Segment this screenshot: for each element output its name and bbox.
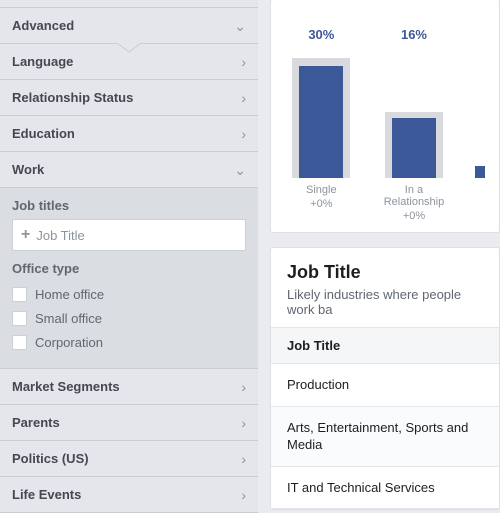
chevron-right-icon: › [241, 91, 246, 105]
chart-delta-label: +0% [375, 210, 453, 222]
chevron-down-icon: ⌄ [234, 163, 246, 177]
job-title-card: Job Title Likely industries where people… [270, 247, 500, 510]
chart-x-axis: Single +0% In a Relationship +0% [271, 184, 499, 222]
office-type-small[interactable]: Small office [12, 306, 246, 330]
checkbox-icon[interactable] [12, 335, 27, 350]
filter-politics[interactable]: Politics (US) › [0, 441, 258, 477]
checkbox-icon[interactable] [12, 311, 27, 326]
chart-value-label: 30% [308, 27, 334, 42]
filter-work[interactable]: Work ⌄ [0, 152, 258, 188]
plus-icon: + [21, 226, 30, 244]
filter-relationship-label: Relationship Status [12, 90, 133, 105]
job-titles-subhead: Job titles [12, 198, 246, 213]
filter-education[interactable]: Education › [0, 116, 258, 152]
chevron-right-icon: › [241, 127, 246, 141]
relationship-chart: 30% 16% [270, 0, 500, 233]
chart-category-label: Single [282, 184, 360, 196]
checkbox-icon[interactable] [12, 287, 27, 302]
chart-bar-relationship: 16% [375, 18, 453, 178]
job-title-input[interactable] [36, 228, 237, 243]
filter-education-label: Education [12, 126, 75, 141]
filter-parents[interactable]: Parents › [0, 405, 258, 441]
main-content: 30% 16% [258, 0, 500, 500]
filter-advanced[interactable]: Advanced ⌄ [0, 8, 258, 44]
table-row[interactable]: Production [271, 364, 499, 407]
job-title-heading: Job Title [287, 262, 483, 283]
filter-market-segments[interactable]: Market Segments › [0, 369, 258, 405]
chevron-right-icon: › [241, 55, 246, 69]
office-type-home[interactable]: Home office [12, 282, 246, 306]
chart-bar-single: 30% [282, 18, 360, 178]
filter-life-events[interactable]: Life Events › [0, 477, 258, 513]
chevron-down-icon: ⌄ [234, 19, 246, 33]
office-type-subhead: Office type [12, 261, 246, 276]
chevron-right-icon: › [241, 452, 246, 466]
office-type-label: Home office [35, 287, 104, 302]
chart-bar-partial [468, 18, 488, 178]
filter-work-label: Work [12, 162, 44, 177]
sidebar-top-spacer [0, 0, 258, 8]
chart-value-label: 16% [401, 27, 427, 42]
office-type-label: Corporation [35, 335, 103, 350]
job-title-col-header: Job Title [271, 328, 499, 364]
job-title-input-wrap[interactable]: + [12, 219, 246, 251]
chevron-right-icon: › [241, 416, 246, 430]
chevron-right-icon: › [241, 380, 246, 394]
filter-language-label: Language [12, 54, 73, 69]
office-type-label: Small office [35, 311, 102, 326]
filter-advanced-label: Advanced [12, 18, 74, 33]
office-type-corporation[interactable]: Corporation [12, 330, 246, 354]
chart-delta-label: +0% [282, 198, 360, 210]
filter-politics-label: Politics (US) [12, 451, 89, 466]
job-title-subheading: Likely industries where people work ba [287, 287, 483, 317]
sidebar: Advanced ⌄ Language › Relationship Statu… [0, 0, 258, 500]
work-panel: Job titles + Office type Home office Sma… [0, 188, 258, 369]
chart-area: 30% 16% [271, 18, 499, 178]
filter-relationship-status[interactable]: Relationship Status › [0, 80, 258, 116]
chevron-right-icon: › [241, 488, 246, 502]
table-row[interactable]: IT and Technical Services [271, 467, 499, 510]
filter-market-segments-label: Market Segments [12, 379, 120, 394]
chart-category-label: In a Relationship [375, 184, 453, 208]
filter-parents-label: Parents [12, 415, 60, 430]
table-row[interactable]: Arts, Entertainment, Sports and Media [271, 407, 499, 467]
